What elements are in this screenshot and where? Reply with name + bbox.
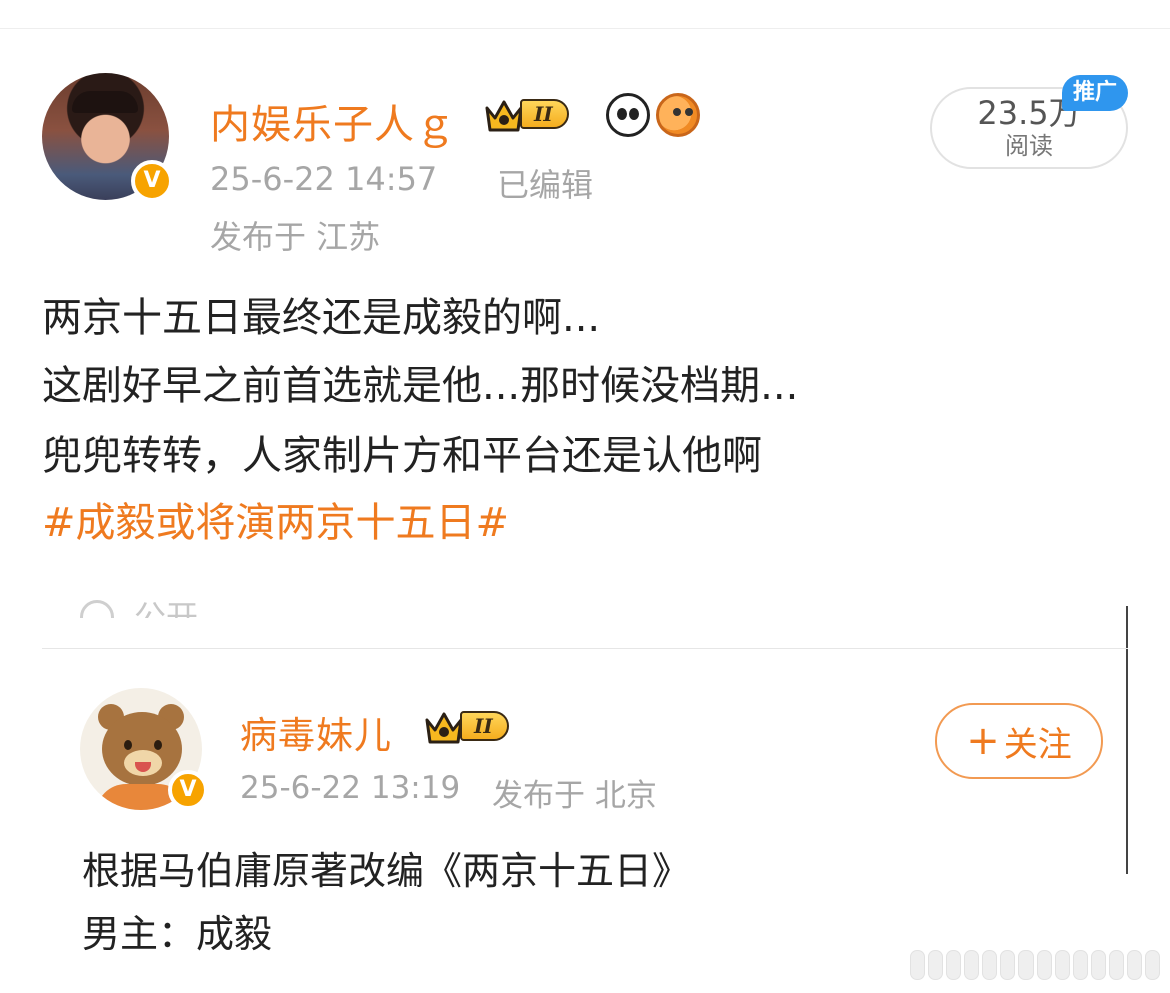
quoted-text-line: 男主：成毅 [82,912,273,956]
fish-icon [656,93,700,137]
quoted-text-line: 根据马伯庸原著改编《两京十五日》 [82,849,691,893]
read-label: 阅读 [1005,132,1053,160]
panda-icon [606,93,650,137]
post-timestamp[interactable]: 25-6-22 14:57 [210,160,437,198]
plus-icon: + [966,718,1000,764]
quoted-author-avatar[interactable]: V [80,688,208,810]
author-avatar[interactable]: V [42,73,173,202]
edited-label[interactable]: 已编辑 [497,160,593,206]
quoted-timestamp[interactable]: 25-6-22 13:19 [240,770,460,806]
visibility-indicator: 公开 [80,590,198,618]
visibility-label: 公开 [134,598,199,618]
post-text-line: 两京十五日最终还是成毅的啊... [42,295,601,341]
visibility-icon [80,600,114,618]
hashtag-link[interactable]: #成毅或将演两京十五日# [42,500,509,546]
post-text-line: 兜兜转转，人家制片方和平台还是认他啊 [42,433,762,479]
quoted-author-name[interactable]: 病毒妹儿 [240,705,392,759]
crop-edge-line [1126,606,1128,874]
member-crown-badge[interactable]: II [424,706,509,746]
follow-label: 关注 [1003,724,1072,765]
author-name[interactable]: 内娱乐子人ｇ [210,92,456,150]
top-divider [0,28,1170,29]
post-location: 发布于 江苏 [210,218,381,256]
verified-icon: V [168,770,208,810]
section-divider [42,648,1128,649]
watermark [910,950,1161,980]
level-badge: II [460,711,509,741]
promoted-tag: 推广 [1062,75,1128,111]
post-text-line: 这剧好早之前首选就是他...那时候没档期... [42,363,799,409]
verified-icon: V [131,160,173,202]
crown-icon [484,94,524,134]
crown-icon [424,706,464,746]
member-crown-badge[interactable]: II [484,94,569,134]
follow-button[interactable]: + 关注 [935,703,1103,779]
quoted-location: 发布于 北京 [492,778,657,814]
level-badge: II [520,99,569,129]
